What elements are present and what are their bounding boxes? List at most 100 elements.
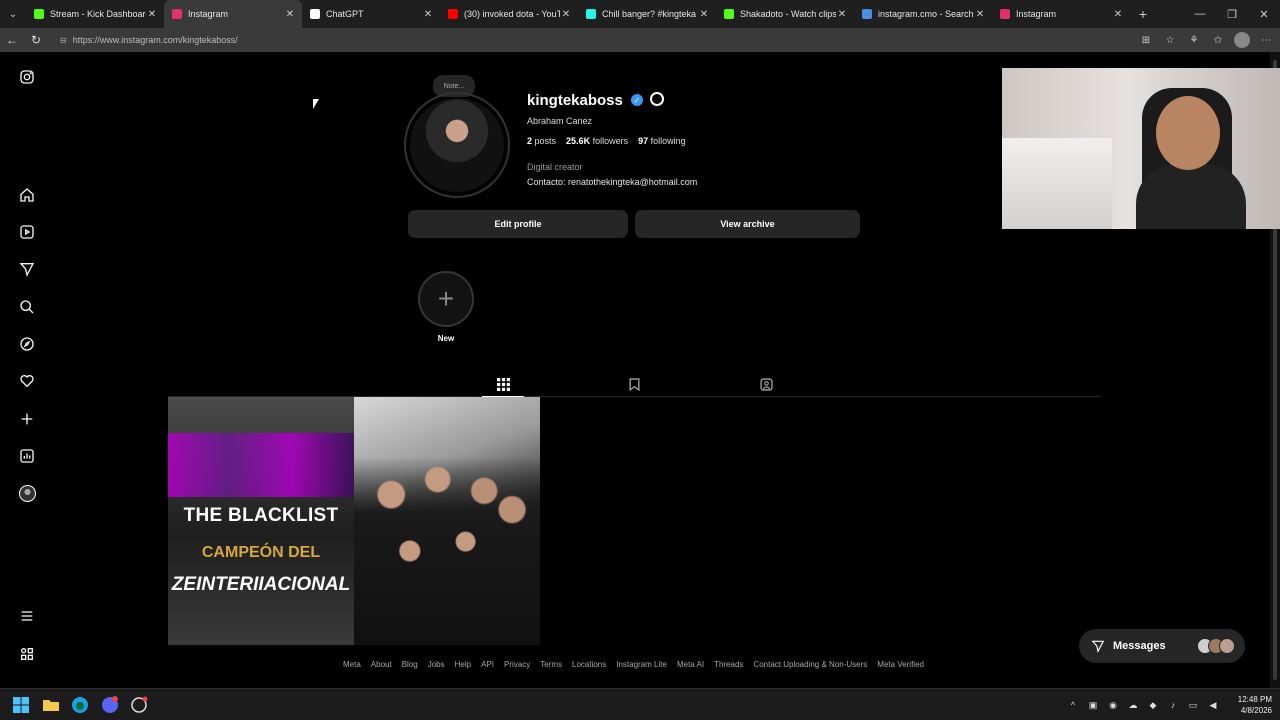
footer-link[interactable]: Locations [572,660,606,669]
footer-link[interactable]: Meta Verified [877,660,924,669]
tab-favicon-icon [310,9,320,19]
following-stat[interactable]: 97 following [638,136,686,146]
footer-link[interactable]: Meta [343,660,361,669]
more-menu-hamburger-icon[interactable] [17,606,37,626]
reload-icon[interactable]: ↻ [24,33,48,47]
edit-profile-button[interactable]: Edit profile [408,210,628,238]
edge-browser-icon[interactable] [71,696,89,714]
post-1-image [168,433,354,497]
explore-compass-icon[interactable] [17,334,37,354]
footer-link[interactable]: Jobs [428,660,445,669]
system-tray: ^ ▣ ◉ ☁ ◆ ♪ ▭ ◀ [1066,698,1220,712]
tray-app-icon[interactable]: ▣ [1086,698,1100,712]
clock-date: 4/8/2026 [1240,706,1272,715]
view-archive-button[interactable]: View archive [635,210,860,238]
home-icon[interactable] [17,185,37,205]
footer-link[interactable]: Meta AI [677,660,704,669]
browser-tab[interactable]: instagram.cmo - Search ✕ [854,0,992,28]
footer-link[interactable]: Threads [714,660,743,669]
site-info-icon[interactable]: ⊟ [60,36,67,45]
clock-time: 12:48 PM [1237,695,1272,704]
notifications-heart-icon[interactable] [17,371,37,391]
tab-favicon-icon [448,9,458,19]
tab-close-icon[interactable]: ✕ [560,9,572,20]
footer-link[interactable]: Help [455,660,471,669]
browser-tab[interactable]: Shakadoto - Watch clips on✕ [716,0,854,28]
tab-tagged[interactable] [745,372,787,397]
browser-tab[interactable]: (30) invoked dota - YouTube✕ [440,0,578,28]
obs-icon[interactable] [130,696,148,714]
more-menu-icon[interactable]: ⋯ [1258,32,1274,48]
followers-stat[interactable]: 25.6K followers [566,136,628,146]
also-from-meta-icon[interactable] [17,644,37,664]
tab-posts-grid[interactable] [482,372,524,397]
tab-favicon-icon [1000,9,1010,19]
taskbar-clock[interactable]: 12:48 PM 4/8/2026 [1222,694,1272,716]
tab-close-icon[interactable]: ✕ [974,9,986,20]
reels-icon[interactable] [17,222,37,242]
tab-close-icon[interactable]: ✕ [422,9,434,20]
steam-icon[interactable]: ◉ [1106,698,1120,712]
nvidia-icon[interactable]: ◆ [1146,698,1160,712]
post-thumbnail-1[interactable]: THE BLACKLIST CAMPEÓN DEL ZEINTERIIACION… [168,397,354,645]
search-icon[interactable] [17,297,37,317]
onedrive-icon[interactable]: ☁ [1126,698,1140,712]
network-icon[interactable]: ▭ [1186,698,1200,712]
tab-title: (30) invoked dota - YouTube [464,9,560,19]
close-window-icon[interactable]: ✕ [1248,8,1280,21]
posts-count: 2 [527,136,533,146]
footer-link[interactable]: Blog [402,660,418,669]
footer-link[interactable]: Instagram Lite [616,660,667,669]
app-available-icon[interactable]: ⊞ [1138,32,1154,48]
browser-tab[interactable]: Chill banger? #kingteka #m✕ [578,0,716,28]
windows-start-icon[interactable] [12,696,30,714]
tab-close-icon[interactable]: ✕ [284,9,296,20]
footer-link[interactable]: About [371,660,392,669]
webcam-background [1002,138,1112,229]
footer-link[interactable]: API [481,660,494,669]
browser-tab[interactable]: ChatGPT ✕ [302,0,440,28]
tab-close-icon[interactable]: ✕ [698,9,710,20]
minimize-icon[interactable]: — [1184,8,1216,20]
new-tab-button[interactable]: + [1130,6,1156,22]
profile-avatar-icon[interactable] [1234,32,1250,48]
tab-favicon-icon [724,9,734,19]
instagram-logo-icon[interactable] [17,67,37,87]
grid-icon [496,377,510,391]
tab-actions-menu-icon[interactable]: ⌄ [0,0,26,28]
post-thumbnail-2[interactable] [354,397,540,645]
tray-chevron-icon[interactable]: ^ [1066,698,1080,712]
dashboard-icon[interactable] [17,446,37,466]
tab-saved[interactable] [613,372,655,397]
create-plus-icon[interactable] [17,409,37,429]
footer-link[interactable]: Terms [540,660,562,669]
browser-tab[interactable]: Stream - Kick Dashboard ✕ [26,0,164,28]
microphone-icon[interactable]: ♪ [1166,698,1180,712]
back-icon[interactable]: ← [0,33,24,47]
webcam-person [1136,164,1246,229]
browser-tab[interactable]: Instagram ✕ [992,0,1130,28]
windows-taskbar: ^ ▣ ◉ ☁ ◆ ♪ ▭ ◀ 12:48 PM 4/8/2026 [0,688,1280,720]
footer-link[interactable]: Privacy [504,660,530,669]
tab-close-icon[interactable]: ✕ [146,9,158,20]
discord-icon[interactable] [101,696,119,714]
tab-close-icon[interactable]: ✕ [836,9,848,20]
favorites-icon[interactable]: ✩ [1210,32,1226,48]
url-field[interactable]: ⊟ https://www.instagram.com/kingtekaboss… [54,31,1134,49]
favorite-star-icon[interactable]: ☆ [1162,32,1178,48]
footer-link[interactable]: Contact Uploading & Non-Users [753,660,867,669]
direct-send-icon[interactable] [17,259,37,279]
volume-icon[interactable]: ◀ [1206,698,1220,712]
profile-avatar-nav-icon[interactable] [17,483,37,503]
messages-button[interactable]: Messages [1079,629,1245,663]
file-explorer-icon[interactable] [42,696,60,714]
extensions-icon[interactable]: ⚘ [1186,32,1202,48]
new-highlight-button[interactable]: + [418,271,474,327]
profile-avatar[interactable] [404,92,510,198]
options-gear-icon[interactable] [650,92,664,106]
tab-title: Instagram [1016,9,1057,19]
tab-close-icon[interactable]: ✕ [1112,9,1124,20]
browser-tab[interactable]: Instagram ✕ [164,0,302,28]
profile-full-name: Abraham Canez [527,116,593,126]
restore-icon[interactable]: ❐ [1216,8,1248,21]
